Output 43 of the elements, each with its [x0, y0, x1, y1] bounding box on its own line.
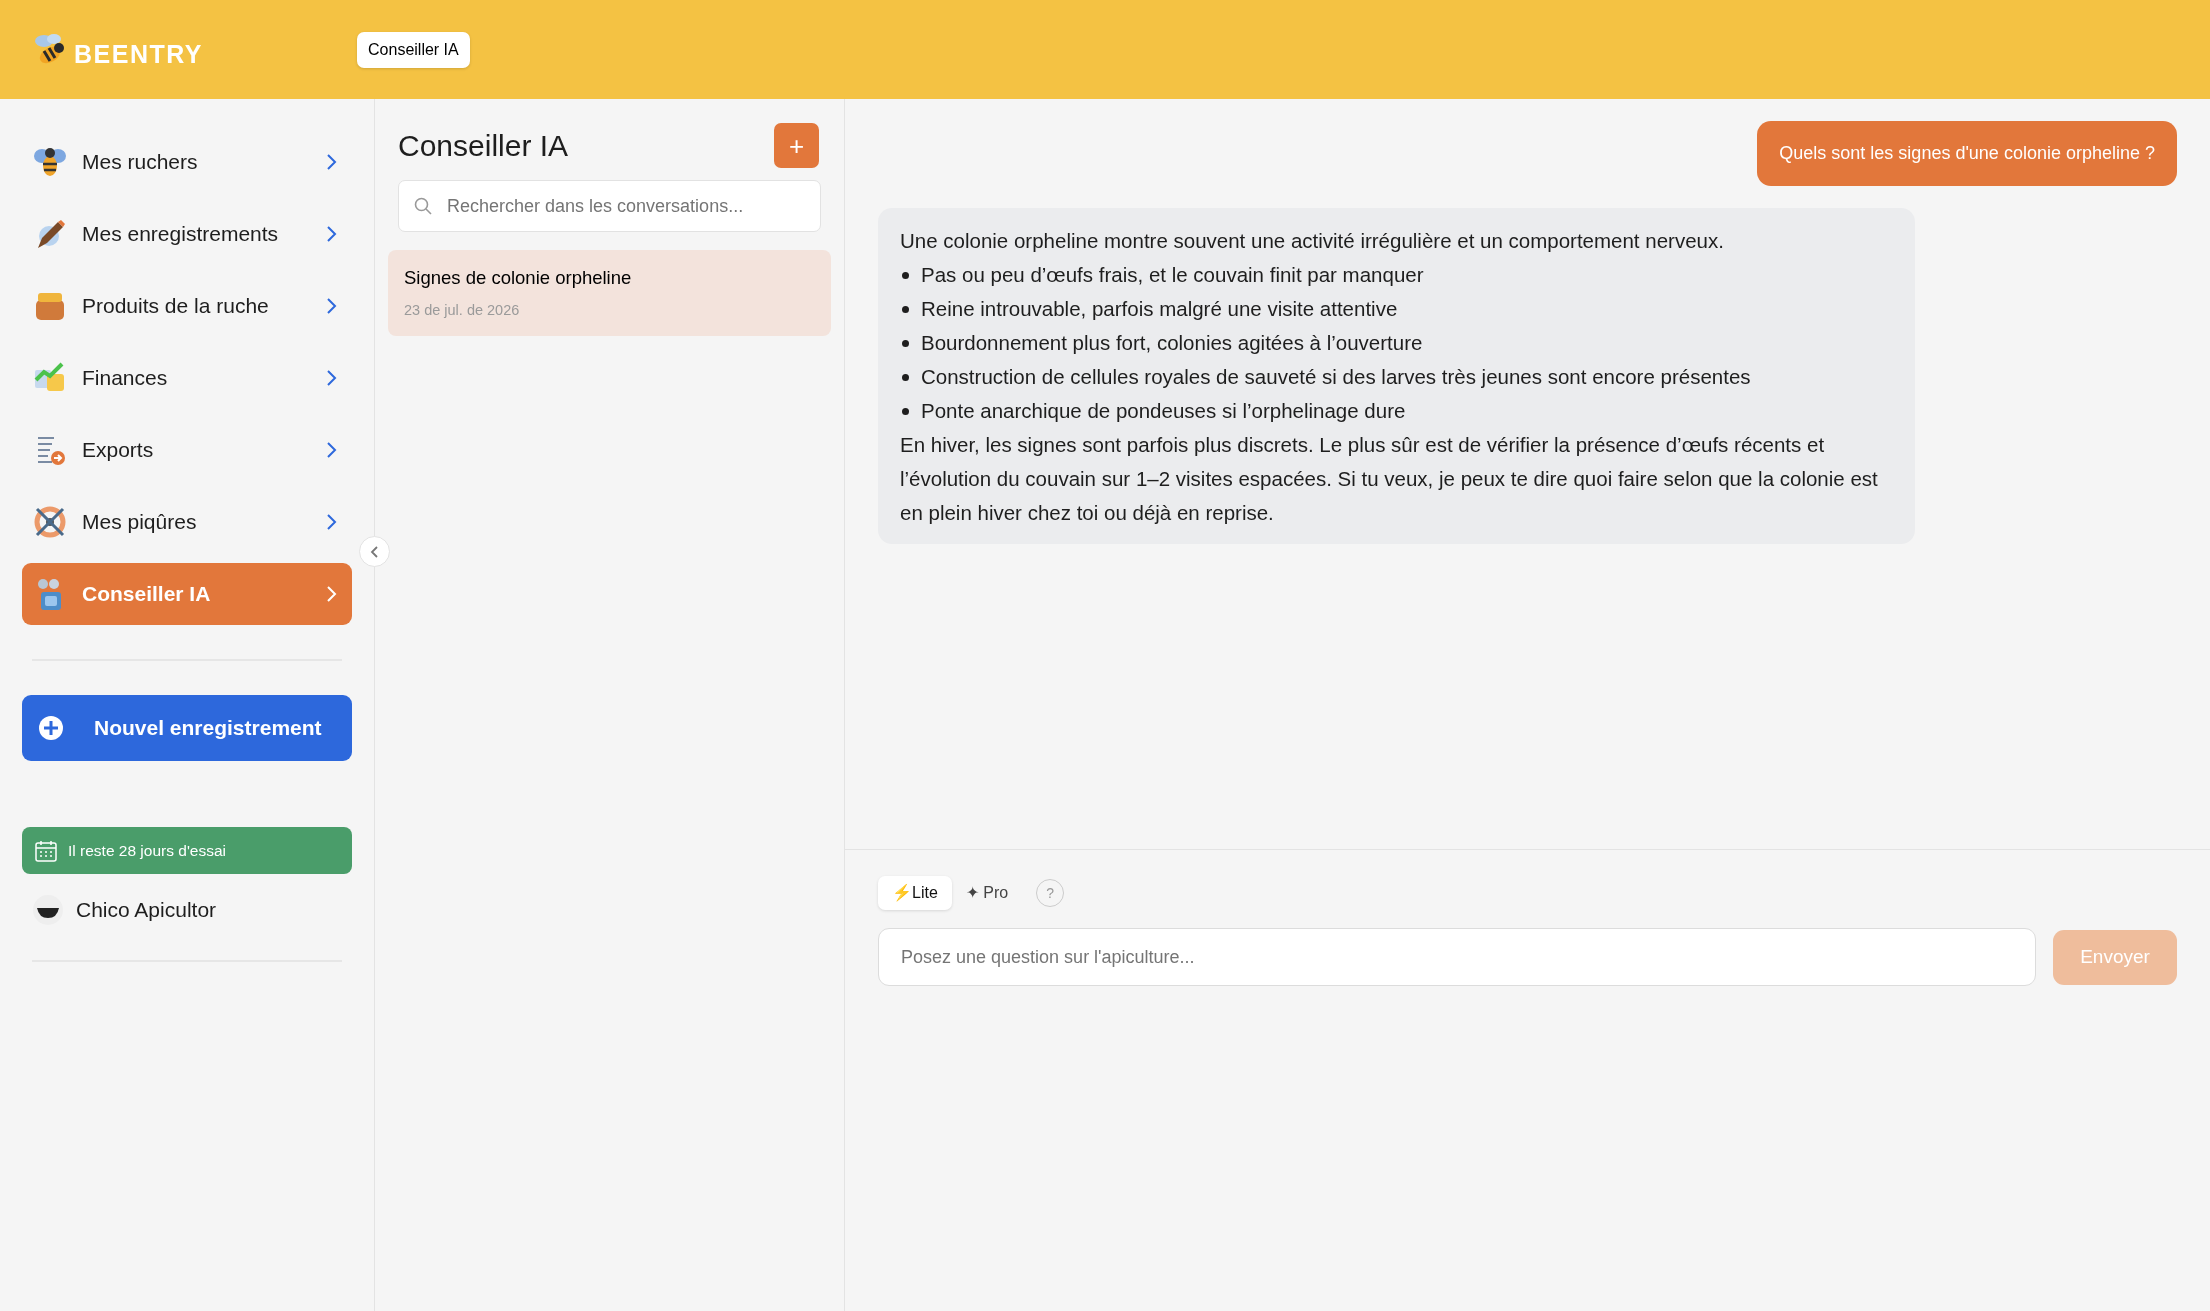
list-item-text: Construction de cellules royales de sauveté si des larves très jeunes sont encore présentes [921, 364, 1751, 390]
bullet-icon [902, 339, 909, 347]
message-text: En hiver, les signes sont parfois plus discrets. Le plus sûr est de vérifier la présence d’œufs récents et l’évolution du couvain sur 1–2 visites espacées. Si tu veux, je peux te dire quoi faire selon que la colonie est en plein hiver chez toi ou déjà en reprise. [900, 432, 1879, 526]
page-tab[interactable]: Conseiller IA [357, 31, 470, 68]
list-item-text: Bourdonnement plus fort, colonies agitées à l’ouverture [921, 330, 1423, 356]
message-text: Une colonie orpheline montre souvent une activité irrégulière et un comportement nerveux. [900, 228, 1725, 254]
new-record-button[interactable]: Nouvel enregistrement [22, 695, 352, 761]
conversation-item[interactable]: Signes de colonie orpheline 23 de jul. de 2026 [388, 250, 831, 336]
nav-item[interactable]: Exports [22, 419, 352, 481]
avatar-icon [32, 894, 64, 926]
chevron-icon [326, 153, 338, 171]
nav-item[interactable]: Mes enregistrements [22, 203, 352, 265]
chevron-icon [326, 441, 338, 459]
list-item-text: Reine introuvable, parfois malgré une visite attentive [921, 296, 1398, 322]
bullet-icon [902, 271, 909, 279]
chevron-icon [326, 297, 338, 315]
calendar-icon [34, 838, 58, 863]
nav-item[interactable]: Finances [22, 347, 352, 409]
question-input[interactable]: Posez une question sur l'apiculture... [878, 928, 2036, 986]
user-name: Chico Apicultor [76, 897, 217, 924]
user-message: Quels sont les signes d'une colonie orpheline ? [1757, 121, 2177, 186]
mode-tab[interactable]: ⚡Lite [878, 876, 952, 910]
list-item-text: Pas ou peu d’œufs frais, et le couvain finit par manquer [921, 262, 1424, 288]
chevron-icon [369, 545, 380, 558]
chevron-icon [326, 513, 338, 531]
list-item-text: Ponte anarchique de pondeuses si l’orphelinage dure [921, 398, 1406, 424]
trial-text: Il reste 28 jours d'essai [68, 840, 227, 861]
bullet-icon [902, 407, 909, 415]
nav-item[interactable]: Mes piqûres [22, 491, 352, 553]
bullet-icon [902, 373, 909, 381]
nav-item[interactable]: Produits de la ruche [22, 275, 352, 337]
plus-circle-icon [38, 715, 64, 741]
brand-logo-text: BEENTRY [74, 38, 204, 70]
panel-title: Conseiller IA [397, 127, 569, 164]
nav-item[interactable]: Mes ruchers [22, 131, 352, 193]
chevron-icon [326, 225, 338, 243]
mode-tab[interactable]: ✦ Pro [951, 876, 1023, 910]
collapse-button[interactable] [359, 536, 390, 567]
chevron-icon [326, 585, 338, 603]
bullet-icon [902, 305, 909, 313]
search-field[interactable]: Rechercher dans les conversations... [398, 180, 821, 232]
crossed-target-icon [32, 504, 68, 540]
chevron-icon [326, 369, 338, 387]
